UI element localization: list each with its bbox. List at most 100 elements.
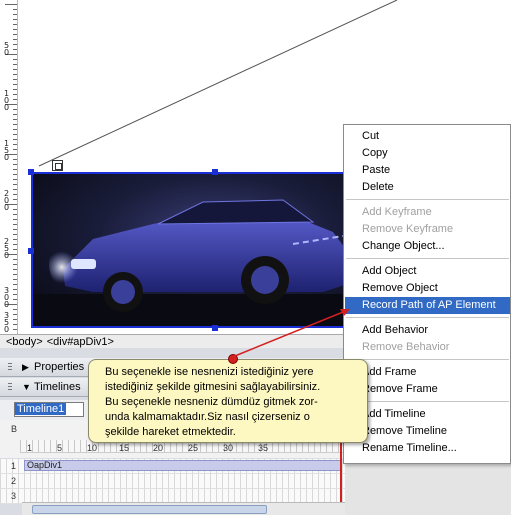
menu-item-remove-object[interactable]: Remove Object xyxy=(345,280,510,297)
ruler-tick xyxy=(13,149,17,150)
ruler-tick xyxy=(13,259,17,260)
expanded-triangle-icon[interactable]: ▼ xyxy=(22,378,31,397)
ruler-tick xyxy=(13,134,17,135)
playhead[interactable] xyxy=(340,440,342,502)
menu-item-record-path-of-ap-element[interactable]: Record Path of AP Element xyxy=(345,297,510,314)
ruler-tick xyxy=(13,184,17,185)
collapsed-triangle-icon[interactable]: ▶ xyxy=(22,358,29,377)
dreamweaver-workspace: 50100150200250300350 <body> <div#apDiv1>… xyxy=(0,0,511,515)
ruler-label: 100 xyxy=(3,89,10,112)
ruler-tick xyxy=(13,59,17,60)
behavior-channel-label: B xyxy=(11,424,18,434)
ruler-tick xyxy=(13,109,17,110)
grip-icon[interactable] xyxy=(8,363,12,372)
ruler-tick xyxy=(13,99,17,100)
vertical-ruler: 50 100 150 200 250 300 350 xyxy=(0,0,18,336)
ruler-tick xyxy=(13,124,17,125)
ruler-tick xyxy=(13,189,17,190)
menu-item-rename-timeline[interactable]: Rename Timeline... xyxy=(345,440,510,457)
tooltip-line: Bu seçenekle ise nesnenizi istediğiniz y… xyxy=(105,366,314,378)
ruler-tick xyxy=(5,4,17,5)
grip-icon[interactable] xyxy=(8,383,12,392)
menu-separator xyxy=(346,359,509,360)
ruler-label: 50 xyxy=(3,41,10,57)
layer-number: 1 xyxy=(11,461,17,471)
tooltip-line: Bu seçenekle nesneniz dümdüz gitmek zor- xyxy=(105,396,318,408)
ruler-tick xyxy=(13,119,17,120)
tag-body[interactable]: <body> xyxy=(6,336,43,348)
menu-item-cut[interactable]: Cut xyxy=(345,128,510,145)
ruler-tick xyxy=(13,329,17,330)
ruler-tick xyxy=(13,264,17,265)
frame-number: 1 xyxy=(27,443,33,453)
ruler-label: 300 xyxy=(3,286,10,309)
menu-item-add-object[interactable]: Add Object xyxy=(345,263,510,280)
ruler-tick xyxy=(13,199,17,200)
menu-item-add-behavior[interactable]: Add Behavior xyxy=(345,322,510,339)
ruler-tick xyxy=(13,279,17,280)
menu-item-add-timeline[interactable]: Add Timeline xyxy=(345,406,510,423)
menu-item-remove-timeline[interactable]: Remove Timeline xyxy=(345,423,510,440)
selection-handle[interactable] xyxy=(212,169,218,175)
ruler-tick xyxy=(13,244,17,245)
ap-div-car-image[interactable] xyxy=(31,172,368,328)
ruler-tick xyxy=(13,269,17,270)
ruler-tick xyxy=(13,289,17,290)
ruler-tick xyxy=(13,144,17,145)
ruler-tick xyxy=(13,239,17,240)
layer-row[interactable] xyxy=(0,474,345,489)
ruler-tick xyxy=(13,39,17,40)
tooltip-line: istediğiniz şekilde gitmesini sağlayabil… xyxy=(105,381,321,393)
ruler-tick xyxy=(13,169,17,170)
menu-item-delete[interactable]: Delete xyxy=(345,179,510,196)
timeline-select[interactable]: Timeline1 xyxy=(14,402,84,417)
menu-separator xyxy=(346,317,509,318)
ruler-tick xyxy=(13,114,17,115)
frame-number: 20 xyxy=(153,443,164,453)
frame-number: 10 xyxy=(87,443,98,453)
ruler-tick xyxy=(13,314,17,315)
ruler-tick xyxy=(13,309,17,310)
selection-handle[interactable] xyxy=(28,169,34,175)
ruler-tick xyxy=(13,29,17,30)
ruler-tick xyxy=(13,174,17,175)
layer-number: 3 xyxy=(11,491,17,501)
ruler-tick xyxy=(13,79,17,80)
timelines-title: Timelines xyxy=(34,381,81,393)
ruler-label: 200 xyxy=(3,189,10,212)
selection-handle[interactable] xyxy=(28,248,34,254)
menu-item-copy[interactable]: Copy xyxy=(345,145,510,162)
menu-item-remove-behavior: Remove Behavior xyxy=(362,341,450,353)
ruler-tick xyxy=(13,194,17,195)
ruler-tick xyxy=(13,49,17,50)
menu-separator xyxy=(346,199,509,200)
menu-item-remove-frame[interactable]: Remove Frame xyxy=(345,381,510,398)
ruler-tick xyxy=(13,84,17,85)
menu-item-add-frame[interactable]: Add Frame xyxy=(345,364,510,381)
ap-element-handle[interactable] xyxy=(52,160,63,171)
horizontal-scrollbar[interactable] xyxy=(22,502,345,515)
timeline-object-bar[interactable]: OapDiv1 xyxy=(24,460,341,471)
menu-item-paste[interactable]: Paste xyxy=(345,162,510,179)
ruler-tick xyxy=(13,214,17,215)
scrollbar-thumb[interactable] xyxy=(32,505,267,514)
ruler-label: 350 xyxy=(3,311,10,334)
ruler-tick xyxy=(13,324,17,325)
ruler-tick xyxy=(13,284,17,285)
selection-handle[interactable] xyxy=(212,325,218,331)
ruler-tick xyxy=(13,234,17,235)
ruler-tick xyxy=(13,129,17,130)
ruler-tick xyxy=(13,74,17,75)
ruler-tick xyxy=(13,159,17,160)
menu-item-remove-keyframe: Remove Keyframe xyxy=(362,223,454,235)
ruler-tick xyxy=(13,44,17,45)
ruler-tick xyxy=(13,219,17,220)
menu-separator xyxy=(346,258,509,259)
frame-number: 30 xyxy=(223,443,234,453)
ruler-tick xyxy=(13,94,17,95)
annotation-dot xyxy=(228,354,238,364)
tag-apdiv[interactable]: <div#apDiv1> xyxy=(47,336,114,348)
menu-item-change-object[interactable]: Change Object... xyxy=(345,238,510,255)
ruler-tick xyxy=(13,274,17,275)
frame-number: 15 xyxy=(119,443,130,453)
